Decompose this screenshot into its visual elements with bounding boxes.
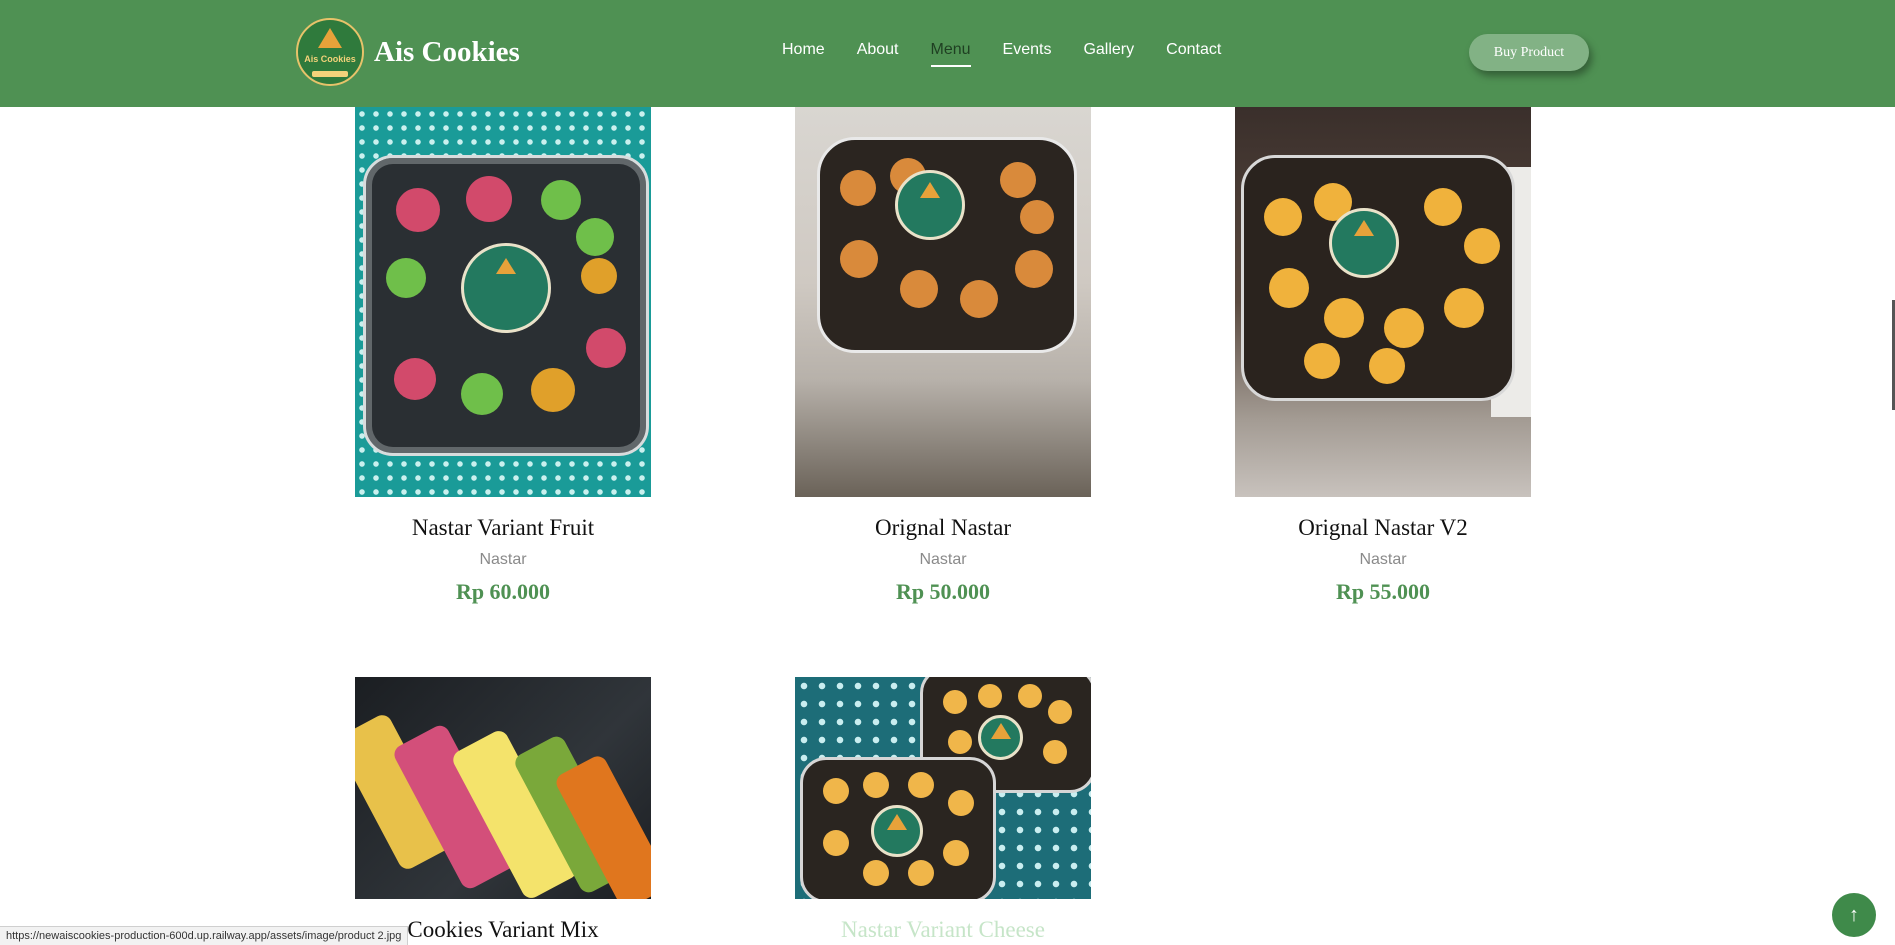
- logo-badge-text: Ais Cookies: [304, 54, 356, 64]
- product-card[interactable]: Cookies Variant Mix: [355, 677, 651, 944]
- product-category: Nastar: [919, 551, 967, 568]
- cookie-box-illustration: [817, 137, 1077, 353]
- product-image[interactable]: [355, 107, 651, 497]
- cookie-box-illustration: [363, 155, 649, 456]
- product-card[interactable]: Orignal Nastar V2 Nastar Rp 55.000: [1235, 107, 1531, 605]
- cookie-box-illustration: [800, 757, 996, 899]
- product-image[interactable]: [795, 677, 1091, 899]
- product-price: Rp 50.000: [895, 579, 991, 604]
- nav-events[interactable]: Events: [1003, 41, 1052, 67]
- product-name: Orignal Nastar: [874, 515, 1012, 540]
- status-bar-url: https://newaiscookies-production-600d.up…: [0, 926, 409, 945]
- nav-about[interactable]: About: [857, 41, 899, 67]
- product-image[interactable]: [355, 677, 651, 899]
- product-image[interactable]: [1235, 107, 1531, 497]
- brand-name: Ais Cookies: [374, 35, 520, 68]
- arrow-up-icon: ↑: [1849, 903, 1859, 926]
- logo-phone-strip: [312, 71, 348, 77]
- product-price: Rp 55.000: [1335, 579, 1431, 604]
- logo-badge: Ais Cookies: [296, 18, 364, 86]
- product-category: Nastar: [1359, 551, 1407, 568]
- main-nav: Home About Menu Events Gallery Contact: [782, 41, 1253, 67]
- nav-gallery[interactable]: Gallery: [1083, 41, 1134, 67]
- product-card[interactable]: Orignal Nastar Nastar Rp 50.000: [795, 107, 1091, 605]
- product-price: Rp 60.000: [455, 579, 551, 604]
- product-card[interactable]: Nastar Variant Fruit Nastar Rp 60.000: [355, 107, 651, 605]
- nav-home[interactable]: Home: [782, 41, 825, 67]
- brand-logo-link[interactable]: Ais Cookies Ais Cookies: [296, 18, 520, 86]
- site-header: Ais Cookies Ais Cookies Home About Menu …: [0, 0, 1895, 107]
- back-to-top-button[interactable]: ↑: [1832, 893, 1876, 937]
- cookie-box-illustration: [1241, 155, 1515, 401]
- product-card[interactable]: Nastar Variant Cheese: [795, 677, 1091, 944]
- product-name: Nastar Variant Fruit: [411, 515, 595, 540]
- buy-product-button[interactable]: Buy Product: [1469, 34, 1589, 71]
- nav-menu[interactable]: Menu: [930, 41, 971, 67]
- product-name: Orignal Nastar V2: [1298, 515, 1468, 540]
- nav-contact[interactable]: Contact: [1166, 41, 1221, 67]
- product-name: Nastar Variant Cheese: [841, 917, 1045, 942]
- product-image[interactable]: [795, 107, 1091, 497]
- logo-mark-icon: [318, 28, 342, 48]
- product-category: Nastar: [479, 551, 527, 568]
